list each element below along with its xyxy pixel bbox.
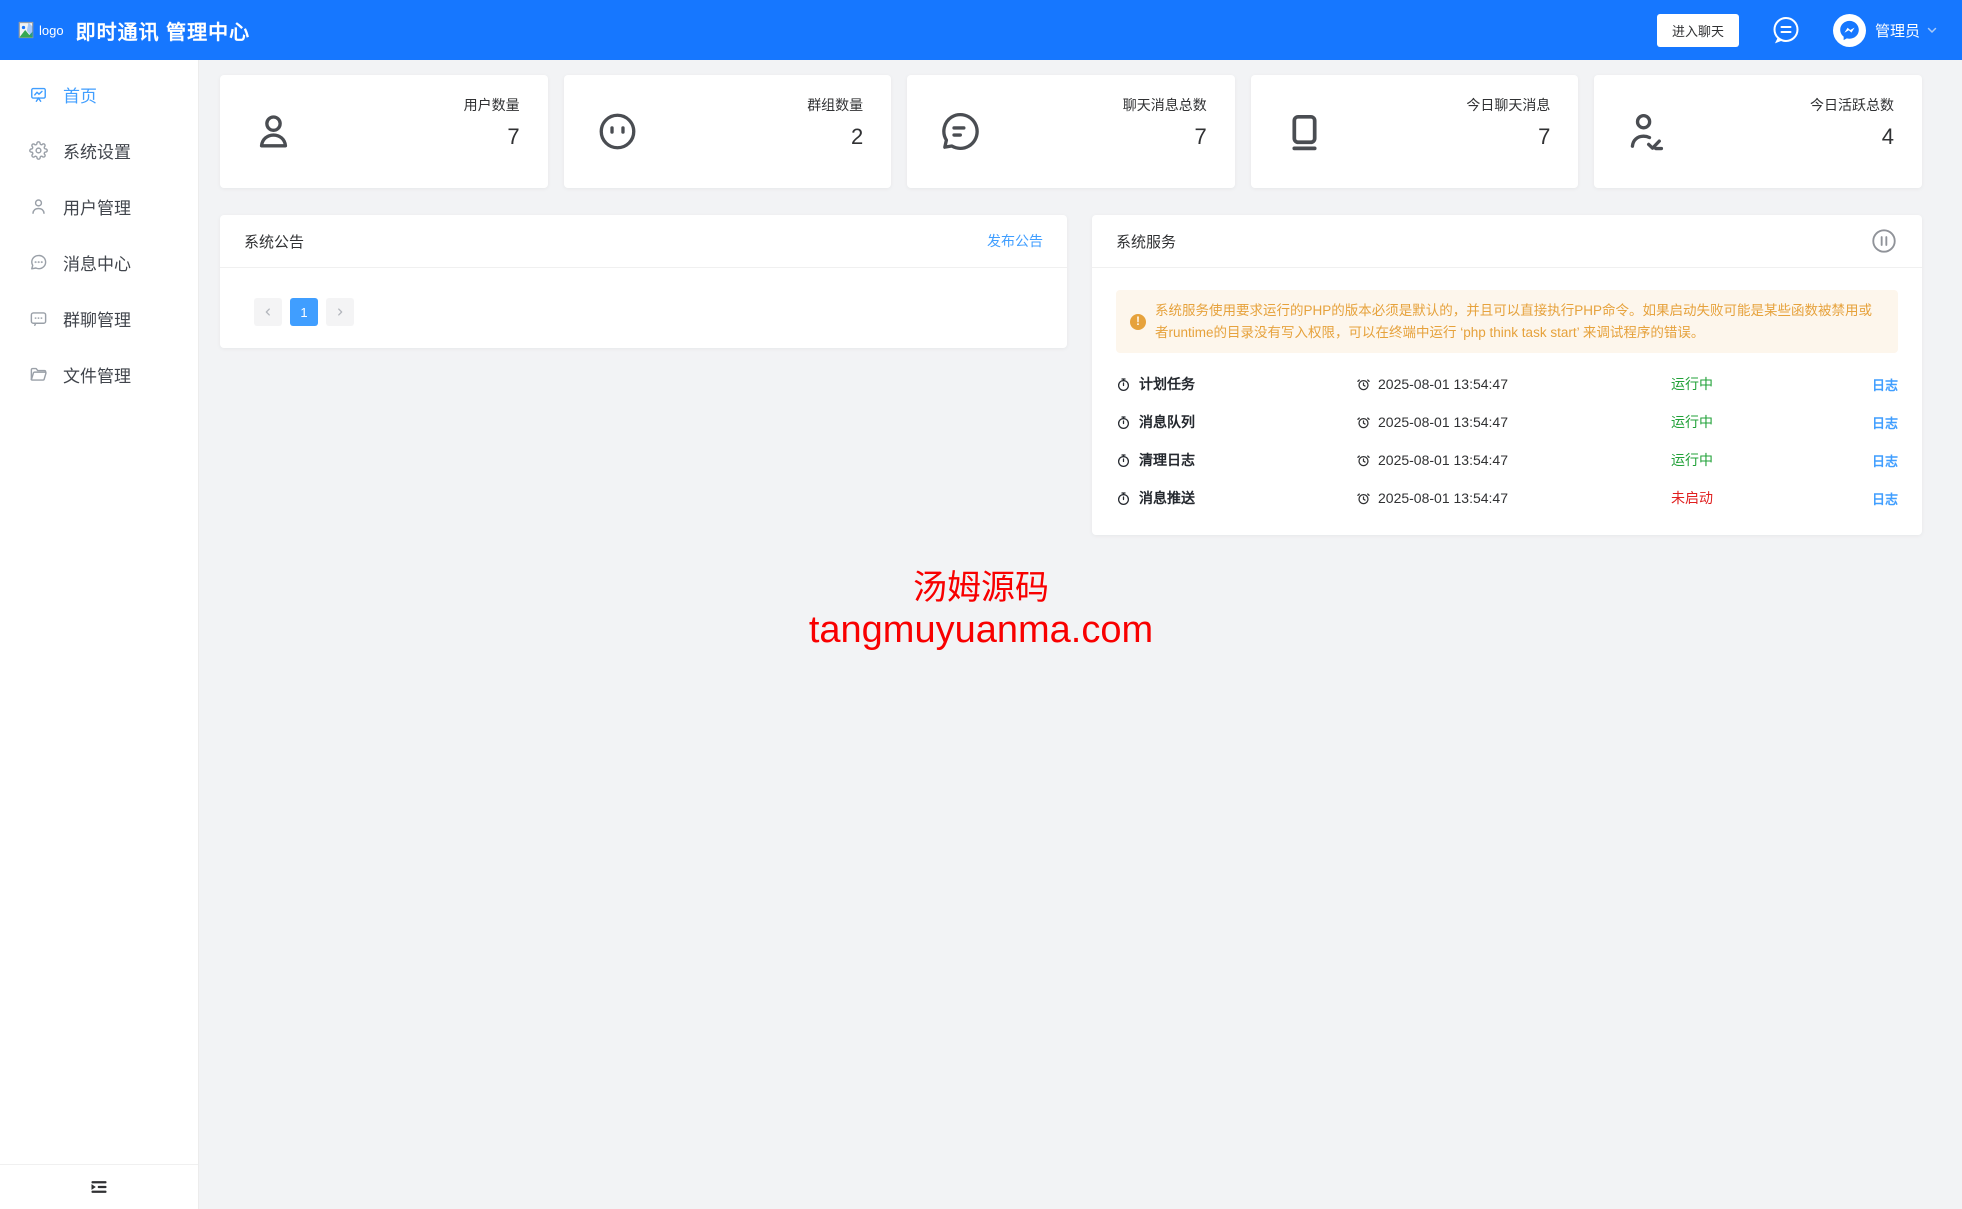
admin-avatar[interactable] [1833, 14, 1866, 47]
face-icon [594, 108, 641, 155]
main-content: 用户数量 7 群组数量 2 [199, 60, 1962, 1209]
stat-card-groups: 群组数量 2 [564, 75, 892, 188]
service-row: 计划任务 2025-08-01 13:54:47 运行中 日志 [1116, 365, 1898, 403]
sidebar-item-system-settings[interactable]: 系统设置 [0, 122, 198, 178]
stat-value: 4 [1810, 124, 1894, 150]
stat-value: 7 [464, 124, 520, 150]
stat-card-users: 用户数量 7 [220, 75, 548, 188]
pagination-page-1[interactable]: 1 [290, 298, 318, 326]
stat-value: 7 [1123, 124, 1207, 150]
service-status: 运行中 [1671, 374, 1848, 394]
stat-card-today-messages: 今日聊天消息 7 [1251, 75, 1579, 188]
chat-outline-icon[interactable] [1769, 13, 1803, 47]
stat-card-total-messages: 聊天消息总数 7 [907, 75, 1235, 188]
pagination: 1 [254, 298, 1043, 326]
stat-value: 7 [1466, 124, 1550, 150]
stat-value: 2 [807, 124, 863, 150]
service-time: 2025-08-01 13:54:47 [1378, 490, 1508, 506]
pagination-prev-button[interactable] [254, 298, 282, 326]
sidebar-item-home[interactable]: 首页 [0, 66, 198, 122]
pagination-next-button[interactable] [326, 298, 354, 326]
service-status: 未启动 [1671, 488, 1848, 508]
stat-label: 今日活跃总数 [1810, 95, 1894, 115]
active-user-icon [1624, 108, 1671, 155]
publish-announcement-link[interactable]: 发布公告 [987, 231, 1043, 251]
group-chat-icon [29, 309, 48, 328]
service-log-link[interactable]: 日志 [1848, 451, 1898, 470]
service-name: 清理日志 [1139, 450, 1195, 470]
sidebar-item-group-chat[interactable]: 群聊管理 [0, 290, 198, 346]
service-alert-text: 系统服务使用要求运行的PHP的版本必须是默认的，并且可以直接执行PHP命令。如果… [1155, 300, 1884, 343]
service-name: 计划任务 [1139, 374, 1195, 394]
app-header: logo 即时通讯 管理中心 进入聊天 管理员 [0, 0, 1962, 60]
stat-label: 今日聊天消息 [1466, 95, 1550, 115]
stopwatch-icon [1116, 453, 1131, 468]
alarm-clock-icon [1356, 453, 1371, 468]
announcement-title: 系统公告 [244, 231, 304, 252]
service-row: 消息队列 2025-08-01 13:54:47 运行中 日志 [1116, 403, 1898, 441]
sidebar-item-message-center[interactable]: 消息中心 [0, 234, 198, 290]
sidebar-item-label: 系统设置 [63, 138, 131, 163]
sidebar-item-label: 文件管理 [63, 362, 131, 387]
service-row: 清理日志 2025-08-01 13:54:47 运行中 日志 [1116, 441, 1898, 479]
sidebar-item-label: 用户管理 [63, 194, 131, 219]
stopwatch-icon [1116, 491, 1131, 506]
stat-card-active-today: 今日活跃总数 4 [1594, 75, 1922, 188]
stat-label: 聊天消息总数 [1123, 95, 1207, 115]
chat-bubble-icon [937, 108, 984, 155]
service-log-link[interactable]: 日志 [1848, 375, 1898, 394]
collapse-menu-icon [89, 1177, 109, 1197]
sidebar-item-label: 群聊管理 [63, 306, 131, 331]
services-title: 系统服务 [1116, 231, 1176, 252]
services-panel: 系统服务 ! 系统服务使用要求运行的PHP的版本必须是默认的，并且可以直接执行P… [1092, 215, 1922, 535]
stats-row: 用户数量 7 群组数量 2 [220, 75, 1922, 188]
sidebar-collapse-button[interactable] [0, 1164, 198, 1209]
service-log-link[interactable]: 日志 [1848, 413, 1898, 432]
chevron-right-icon [335, 307, 345, 317]
pause-circle-icon[interactable] [1870, 227, 1898, 255]
sidebar-item-label: 首页 [63, 82, 97, 107]
sidebar-item-label: 消息中心 [63, 250, 131, 275]
alarm-clock-icon [1356, 377, 1371, 392]
user-icon [29, 197, 48, 216]
stopwatch-icon [1116, 415, 1131, 430]
warning-icon: ! [1130, 314, 1146, 330]
home-dashboard-icon [29, 85, 48, 104]
announcement-panel: 系统公告 发布公告 1 [220, 215, 1067, 348]
monitor-icon [1281, 108, 1328, 155]
service-status: 运行中 [1671, 450, 1848, 470]
service-alert: ! 系统服务使用要求运行的PHP的版本必须是默认的，并且可以直接执行PHP命令。… [1116, 290, 1898, 353]
logo: logo 即时通讯 管理中心 [16, 16, 250, 45]
stat-label: 群组数量 [807, 95, 863, 115]
service-name: 消息推送 [1139, 488, 1195, 508]
service-status: 运行中 [1671, 412, 1848, 432]
app-title: 即时通讯 管理中心 [76, 16, 251, 45]
stat-label: 用户数量 [464, 95, 520, 115]
alarm-clock-icon [1356, 491, 1371, 506]
gear-icon [29, 141, 48, 160]
sidebar: 首页 系统设置 用户管理 [0, 60, 199, 1209]
stopwatch-icon [1116, 377, 1131, 392]
admin-name[interactable]: 管理员 [1875, 20, 1920, 41]
service-time: 2025-08-01 13:54:47 [1378, 376, 1508, 392]
sidebar-item-user-management[interactable]: 用户管理 [0, 178, 198, 234]
broken-image-icon: logo [16, 20, 64, 40]
service-time: 2025-08-01 13:54:47 [1378, 452, 1508, 468]
logo-alt-text: logo [39, 23, 64, 38]
enter-chat-button[interactable]: 进入聊天 [1657, 14, 1739, 47]
person-icon [250, 108, 297, 155]
message-dots-icon [29, 253, 48, 272]
service-log-link[interactable]: 日志 [1848, 489, 1898, 508]
chevron-left-icon [263, 307, 273, 317]
service-row: 消息推送 2025-08-01 13:54:47 未启动 日志 [1116, 479, 1898, 517]
alarm-clock-icon [1356, 415, 1371, 430]
chevron-down-icon[interactable] [1926, 24, 1938, 36]
service-time: 2025-08-01 13:54:47 [1378, 414, 1508, 430]
service-name: 消息队列 [1139, 412, 1195, 432]
sidebar-item-file-management[interactable]: 文件管理 [0, 346, 198, 402]
folder-icon [29, 365, 48, 384]
